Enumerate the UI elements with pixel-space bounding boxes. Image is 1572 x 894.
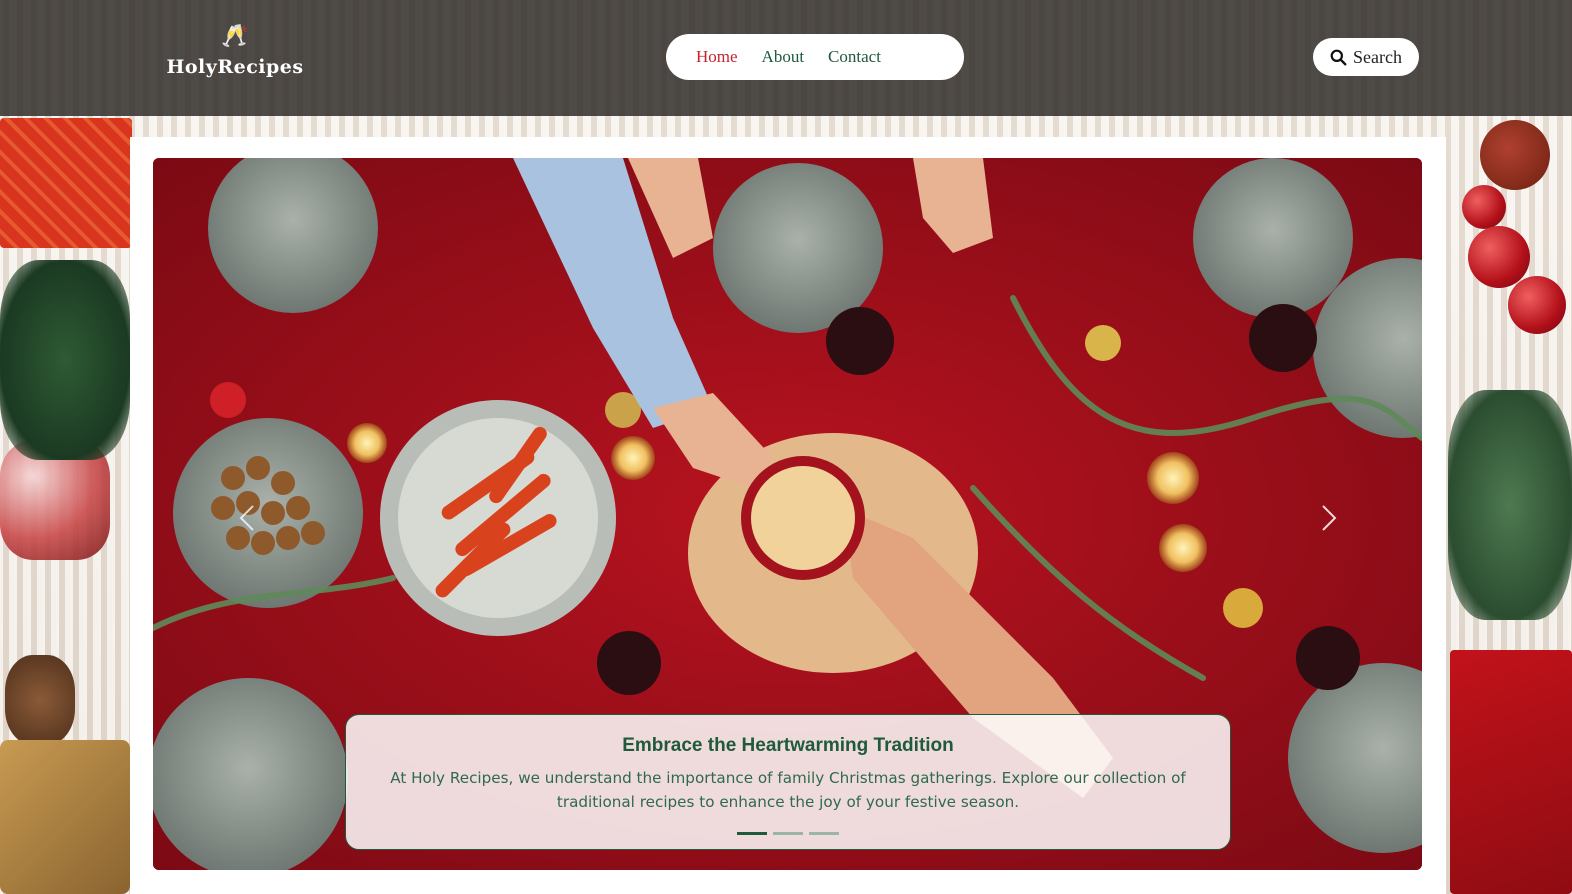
search-icon: [1330, 49, 1347, 65]
pinecone-decoration: [5, 655, 75, 745]
hero-caption: Embrace the Heartwarming Tradition At Ho…: [345, 714, 1231, 850]
gift-box-decoration: [0, 118, 132, 248]
champagne-glasses-icon: 🥂: [221, 24, 249, 49]
nav-item-home[interactable]: Home: [696, 47, 738, 67]
caption-title: Embrace the Heartwarming Tradition: [622, 735, 954, 756]
chevron-left-icon: [239, 505, 254, 531]
ornament-decoration: [1480, 120, 1550, 190]
ornament-decoration: [1468, 226, 1530, 288]
carousel-indicator-2[interactable]: [773, 832, 803, 835]
carousel-next-button[interactable]: [1308, 498, 1348, 538]
caption-text: At Holy Recipes, we understand the impor…: [390, 769, 1186, 811]
star-decoration: [0, 740, 130, 894]
nav-item-about[interactable]: About: [762, 47, 805, 67]
brand-name: HolyRecipes: [166, 56, 304, 78]
carousel-prev-button[interactable]: [228, 498, 268, 538]
ornament-decoration: [1508, 276, 1566, 334]
main-nav: Home About Contact: [666, 34, 964, 80]
pine-branch-decoration: [0, 260, 130, 460]
search-button[interactable]: Search: [1313, 38, 1419, 76]
carousel-indicator-3[interactable]: [809, 832, 839, 835]
search-label: Search: [1353, 46, 1402, 67]
gift-box-decoration: [1450, 650, 1572, 894]
nav-item-contact[interactable]: Contact: [828, 47, 881, 67]
pine-branch-decoration: [1448, 390, 1572, 620]
ornament-decoration: [1462, 185, 1506, 229]
chevron-right-icon: [1322, 505, 1337, 531]
carousel-indicators: [737, 832, 839, 835]
carousel-indicator-1[interactable]: [737, 832, 767, 835]
brand-logo[interactable]: 🥂 HolyRecipes: [160, 22, 310, 94]
